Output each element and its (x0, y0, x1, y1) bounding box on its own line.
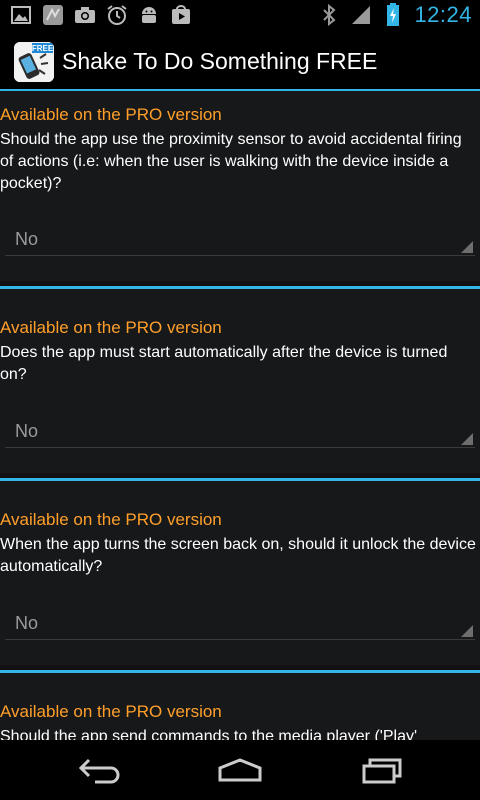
signal-icon (350, 4, 372, 26)
spinner-value: No (15, 421, 39, 441)
app-icon-badge: FREE (32, 44, 54, 53)
spinner-arrow-icon (461, 433, 473, 445)
bluetooth-icon (318, 4, 340, 26)
app-title: Shake To Do Something FREE (62, 48, 378, 74)
home-icon (218, 758, 262, 782)
app-icon[interactable]: FREE (14, 42, 54, 82)
auto-unlock-spinner[interactable]: No (5, 609, 475, 640)
status-bar: 12:24 (0, 0, 480, 33)
android-icon (138, 4, 160, 26)
camera-icon (74, 4, 96, 26)
play-store-icon (170, 4, 192, 26)
spinner-value: No (15, 613, 39, 633)
preferences-list[interactable]: Available on the PRO version Should the … (0, 91, 480, 740)
preference-description: Does the app must start automatically af… (0, 344, 448, 383)
pro-version-label: Available on the PRO version (0, 510, 222, 529)
start-on-boot-spinner[interactable]: No (5, 417, 475, 448)
preference-description: Should the app use the proximity sensor … (0, 131, 462, 192)
preference-proximity-sensor: Available on the PRO version Should the … (0, 91, 480, 281)
preference-media-player: Available on the PRO version Should the … (0, 673, 480, 740)
preference-start-on-boot: Available on the PRO version Does the ap… (0, 289, 480, 473)
pro-version-label: Available on the PRO version (0, 318, 222, 337)
action-bar: FREE Shake To Do Something FREE (0, 33, 480, 90)
system-icons: 12:24 (318, 2, 472, 28)
preference-description: When the app turns the screen back on, s… (0, 536, 476, 575)
proximity-sensor-spinner[interactable]: No (5, 225, 475, 256)
recent-apps-icon (362, 758, 402, 784)
spinner-arrow-icon (461, 625, 473, 637)
alarm-icon (106, 4, 128, 26)
spinner-value: No (15, 229, 39, 249)
app-notification-icon (42, 4, 64, 26)
preference-description: Should the app send commands to the medi… (0, 728, 418, 740)
gallery-icon (10, 4, 32, 26)
home-button[interactable] (216, 754, 264, 786)
spinner-arrow-icon (461, 241, 473, 253)
clock: 12:24 (414, 2, 472, 27)
pro-version-label: Available on the PRO version (0, 105, 222, 124)
back-button[interactable] (76, 754, 124, 786)
back-icon (78, 758, 120, 784)
pro-version-label: Available on the PRO version (0, 702, 222, 721)
navigation-bar (0, 740, 480, 800)
battery-charging-icon (382, 3, 404, 26)
preference-auto-unlock: Available on the PRO version When the ap… (0, 481, 480, 665)
recent-apps-button[interactable] (358, 754, 406, 786)
notification-icons (10, 4, 192, 26)
